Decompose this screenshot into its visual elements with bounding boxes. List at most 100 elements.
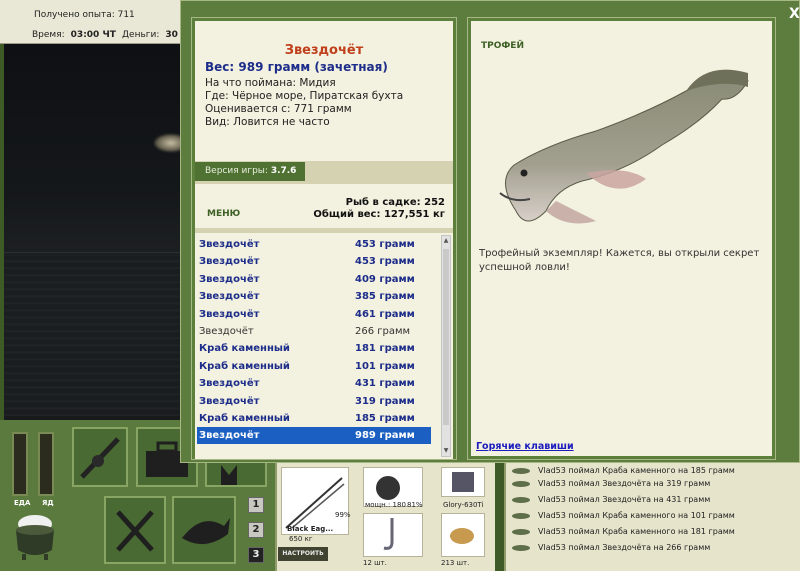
time-readout: Время: 03:00 ЧТ — [32, 30, 116, 40]
hotkeys-link[interactable]: Горячие клавиши — [476, 441, 574, 452]
scroll-thumb[interactable] — [443, 249, 449, 425]
catch-row[interactable]: Звездочёт 409 грамм — [197, 271, 431, 288]
catch-log: Vlad53 поймал Краба каменного на 185 гра… — [504, 463, 800, 571]
hud-bar: Получено опыта: 711 Время: 03:00 ЧТ Деньг… — [0, 0, 190, 44]
catch-details-panel: Звездочёт Вес: 989 грамм (зачетная) На ч… — [191, 17, 457, 460]
fish-keepnet-slot[interactable] — [172, 496, 236, 564]
sea-water — [4, 256, 192, 416]
bait-item[interactable] — [441, 513, 485, 557]
catch-fish-name: Звездочёт — [199, 430, 260, 442]
catch-fish-name: Краб каменный — [199, 343, 290, 355]
catch-row[interactable]: Звездочёт 453 грамм — [197, 236, 431, 253]
catch-fish-weight: 453 грамм — [355, 256, 415, 268]
catch-row[interactable]: Звездочёт 989 грамм — [197, 427, 431, 445]
menu-button[interactable]: МЕНЮ — [207, 209, 240, 219]
catch-row[interactable]: Звездочёт 319 грамм — [197, 393, 431, 410]
catch-fish-weight: 101 грамм — [355, 360, 415, 372]
horizon — [4, 252, 192, 253]
money-readout: Деньги: 30 — [122, 30, 178, 40]
slot-3-button[interactable]: 3 — [248, 547, 264, 563]
catch-fish-name: Звездочёт — [199, 273, 260, 285]
fork-knife-icon — [116, 510, 154, 552]
catch-fish-weight: 385 грамм — [355, 291, 415, 303]
eat-slot[interactable] — [104, 496, 166, 564]
log-text: Vlad53 поймал Звездочёта на 431 грамм — [538, 495, 711, 504]
catch-fish-name: Звездочёт — [199, 308, 260, 320]
log-text: Vlad53 поймал Звездочёта на 319 грамм — [538, 479, 711, 488]
setup-button[interactable]: НАСТРОИТЬ — [278, 547, 328, 561]
catch-row[interactable]: Звездочёт 385 грамм — [197, 288, 431, 305]
cauldron-icon[interactable] — [10, 510, 60, 562]
fish-weight: Вес: 989 грамм (зачетная) — [205, 60, 388, 74]
rod-weight: 650 кг — [289, 535, 313, 543]
fishing-scene[interactable] — [4, 44, 192, 420]
money-value: 30 — [165, 30, 178, 40]
log-text: Vlad53 поймал Звездочёта на 266 грамм — [538, 543, 711, 552]
close-button[interactable]: X — [789, 7, 800, 21]
rod-slot[interactable] — [72, 427, 128, 487]
catch-fish-name: Краб каменный — [199, 413, 290, 424]
fish-info-box: Звездочёт Вес: 989 грамм (зачетная) На ч… — [195, 21, 453, 161]
log-entry: Vlad53 поймал Звездочёта на 431 грамм — [512, 492, 710, 507]
catch-row[interactable]: Краб каменный 101 грамм — [197, 358, 431, 375]
catch-fish-weight: 431 грамм — [355, 378, 415, 390]
scroll-down-icon[interactable]: ▼ — [443, 447, 449, 455]
fish-name: Звездочёт — [284, 43, 364, 58]
catch-fish-name: Звездочёт — [199, 326, 254, 337]
catch-fish-weight: 266 грамм — [355, 326, 411, 337]
catch-row[interactable]: Краб каменный 185 грамм — [197, 410, 431, 427]
rated-from: Оценивается с: 771 грамм — [205, 103, 352, 115]
catch-row[interactable]: Звездочёт 431 грамм — [197, 375, 431, 392]
catch-list: Звездочёт 453 грамм Звездочёт 453 грамм Звез… — [195, 233, 453, 459]
line-item[interactable] — [441, 467, 485, 497]
catch-list-scrollbar[interactable]: ▲ ▼ — [441, 235, 451, 457]
catch-fish-name: Звездочёт — [199, 256, 260, 268]
fish-icon — [512, 467, 530, 474]
trophy-message: Трофейный экземпляр! Кажется, вы открыли… — [479, 248, 760, 273]
bait-icon — [450, 528, 474, 544]
trophy-panel: ТРОФЕЙ Трофейный экземпляр! Кажется, вы … — [467, 17, 776, 460]
xp-label: Получено опыта: 711 — [34, 10, 135, 20]
catch-row[interactable]: Краб каменный 181 грамм — [197, 340, 431, 357]
log-entry: Vlad53 поймал Звездочёта на 319 грамм — [512, 476, 710, 491]
hook-item[interactable] — [363, 513, 423, 557]
fish-icon — [512, 544, 530, 551]
caught-on: На что поймана: Мидия — [205, 77, 336, 89]
hook-icon — [383, 518, 394, 550]
fishing-rod-icon — [80, 437, 120, 479]
catch-fish-weight: 453 грамм — [355, 239, 415, 250]
stargazer-fish-image — [499, 69, 749, 224]
version-label: Версия игры: — [205, 166, 268, 176]
catch-fish-weight: 319 грамм — [355, 395, 415, 407]
food-meter-label: ЕДА — [14, 499, 31, 507]
second-meter — [38, 432, 54, 496]
catch-fish-weight: 185 грамм — [355, 413, 415, 424]
fishing-line-icon — [452, 472, 474, 492]
slot-2-button[interactable]: 2 — [248, 522, 264, 538]
location: Где: Чёрное море, Пиратская бухта — [205, 90, 404, 102]
catch-fish-weight: 409 грамм — [355, 273, 415, 285]
catch-fish-weight: 989 грамм — [355, 430, 415, 442]
time-value: 03:00 ЧТ — [70, 30, 116, 40]
log-text: Vlad53 поймал Краба каменного на 185 гра… — [538, 466, 735, 475]
fish-icon — [182, 518, 230, 545]
fish-icon — [512, 496, 530, 503]
bait-count: 213 шт. — [441, 559, 470, 567]
catch-row[interactable]: Звездочёт 266 грамм — [197, 323, 431, 340]
scroll-up-icon[interactable]: ▲ — [443, 237, 449, 245]
second-meter-label: ЯД — [42, 499, 54, 507]
catch-fish-name: Звездочёт — [199, 239, 260, 250]
version-badge: Версия игры: 3.7.6 — [195, 162, 305, 181]
line-name: Glory-630Ti — [443, 501, 484, 509]
fish-kind: Вид: Ловится не часто — [205, 116, 330, 128]
catch-fish-weight: 181 грамм — [355, 343, 415, 355]
catch-row[interactable]: Звездочёт 461 грамм — [197, 306, 431, 323]
catch-fish-name: Звездочёт — [199, 395, 260, 407]
rod-percent: 99% — [335, 511, 351, 519]
catch-row[interactable]: Звездочёт 453 грамм — [197, 253, 431, 270]
reel-power: мощн.: 180 — [365, 501, 406, 509]
catch-fish-name: Звездочёт — [199, 378, 260, 390]
log-entry: Vlad53 поймал Краба каменного на 181 гра… — [512, 524, 735, 539]
version-value: 3.7.6 — [270, 166, 297, 176]
slot-1-button[interactable]: 1 — [248, 497, 264, 513]
